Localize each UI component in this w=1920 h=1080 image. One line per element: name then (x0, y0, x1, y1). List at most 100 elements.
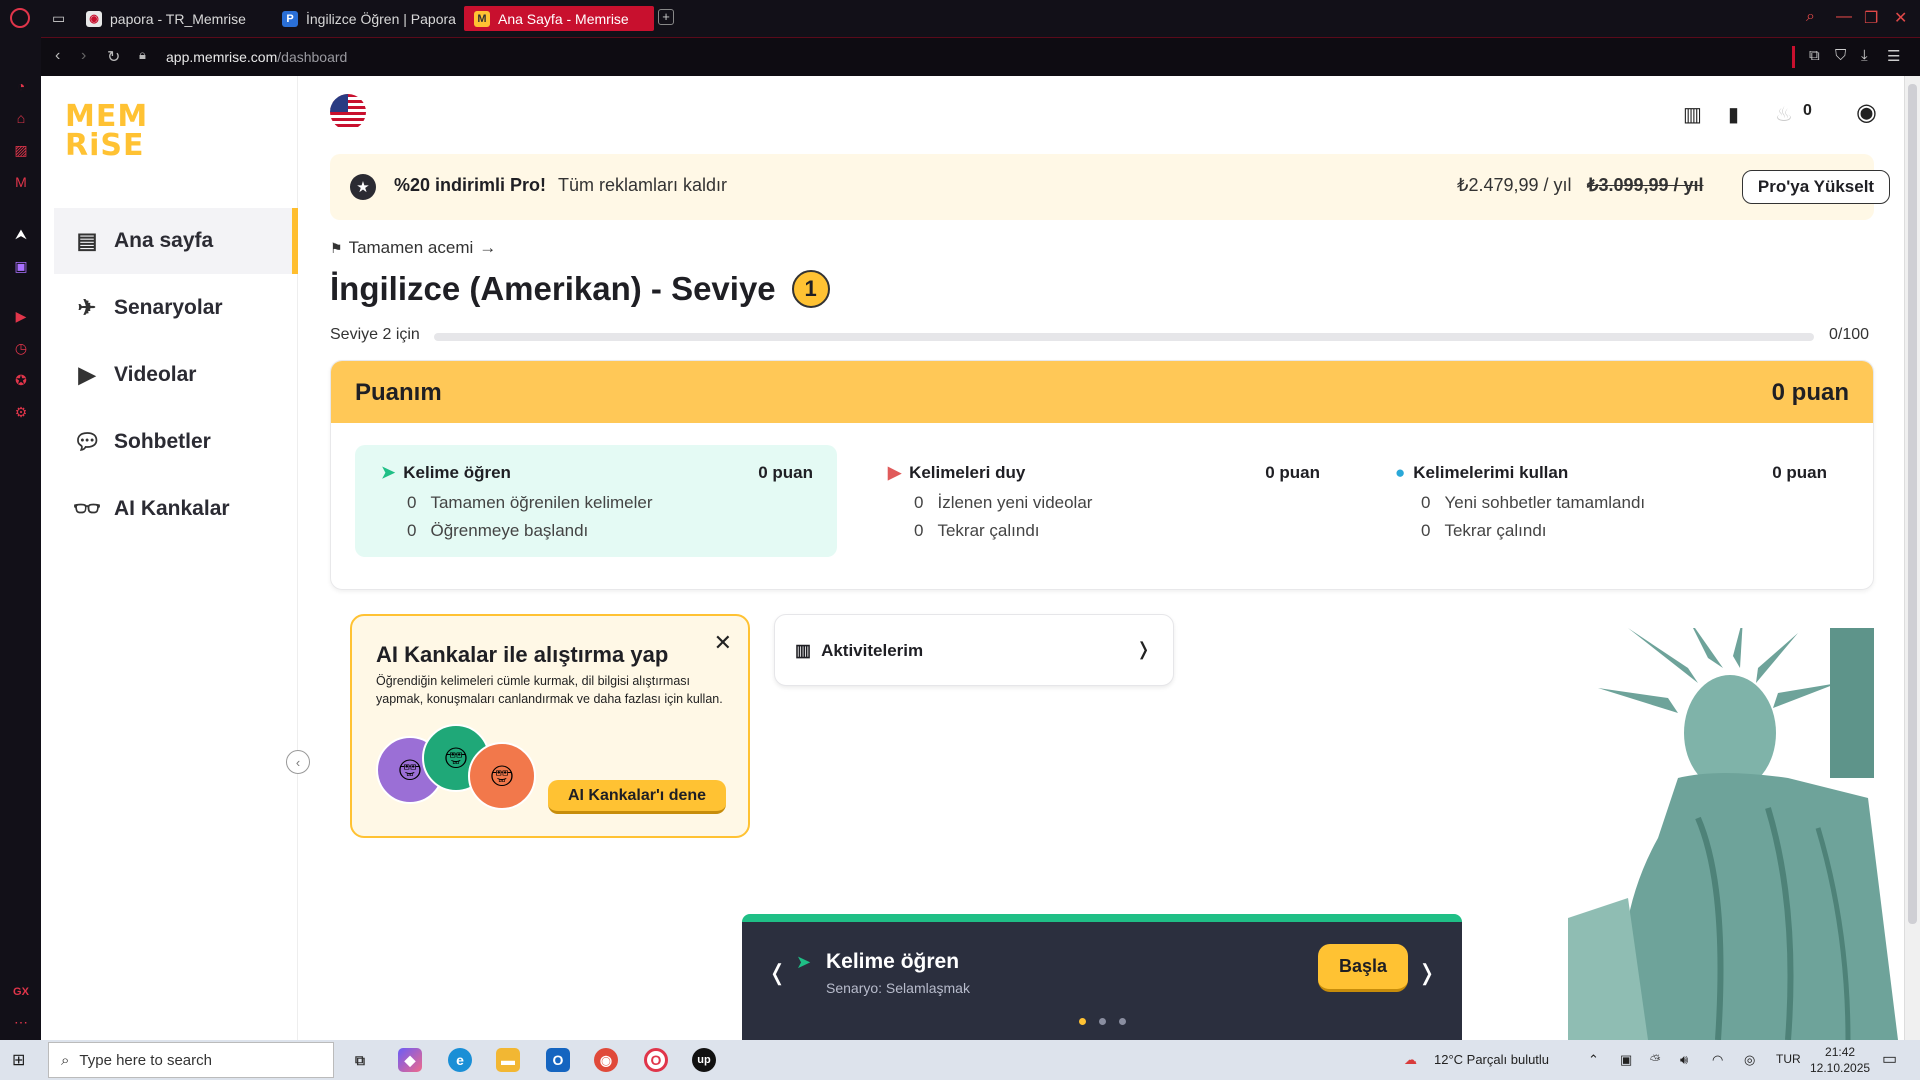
tab-memrise[interactable]: M Ana Sayfa - Memrise (464, 6, 654, 31)
list-item: 0 Tamamen öğrenilen kelimeler (407, 493, 653, 512)
page-title: İngilizce (Amerikan) - Seviye 1 (330, 270, 830, 308)
tray-chevron-icon[interactable]: ⌃ (1588, 1052, 1599, 1068)
wallet-icon[interactable]: ⛉ (1835, 47, 1846, 64)
nav-item-chats[interactable]: 💬︎ Sohbetler (54, 409, 298, 475)
system-clock[interactable]: 21:42 12.10.2025 (1810, 1044, 1870, 1076)
promo-title: %20 indirimli Pro! (394, 175, 547, 195)
aria-icon[interactable]: ⌂ (12, 109, 30, 127)
video-play-icon: ▶ (888, 463, 902, 482)
opera-gx-icon[interactable]: O (644, 1048, 668, 1072)
settings-icon[interactable]: ⚙ (12, 403, 30, 421)
windows-start-icon[interactable]: ⊞ (12, 1050, 32, 1070)
search-tabs-icon[interactable]: ⌕ (1806, 8, 1815, 26)
ai-card-title: AI Kankalar ile alıştırma yap (376, 642, 669, 667)
try-ai-buddies-button[interactable]: AI Kankalar'ı dene (548, 780, 726, 814)
carousel-subtitle: Senaryo: Selamlaşmak (826, 980, 970, 996)
nav-item-videos[interactable]: ▶ Videolar (54, 342, 298, 408)
home-icon: ▤ (76, 228, 98, 253)
file-explorer-icon[interactable]: ▬ (496, 1048, 520, 1072)
points-value: 0 puan (758, 463, 813, 482)
leaderboard-icon[interactable]: ▥ (1683, 102, 1702, 127)
carousel-dot[interactable] (1119, 1018, 1126, 1025)
copilot-icon[interactable]: ◆ (398, 1048, 422, 1072)
scrollbar-thumb[interactable] (1908, 84, 1917, 924)
reload-icon[interactable]: ↻ (107, 47, 120, 67)
volume-icon[interactable]: 🔊︎ (1680, 1052, 1688, 1068)
network-icon[interactable]: ⛅︎ (1650, 1052, 1660, 1068)
streak-flame-icon[interactable]: ♨ (1775, 102, 1793, 127)
messenger-icon[interactable]: M (12, 173, 30, 191)
git-icon: ◉ (86, 10, 102, 27)
forward-icon[interactable]: › (81, 47, 86, 65)
tab-papora-repo[interactable]: ◉ papora - TR_Memrise (76, 6, 256, 31)
gx-icon[interactable]: GX (12, 983, 30, 1001)
weather-text[interactable]: 12°C Parçalı bulutlu (1434, 1052, 1549, 1067)
upwork-icon[interactable]: up (692, 1048, 716, 1072)
extensions-icon[interactable]: ✪ (12, 371, 30, 389)
carousel-next-icon[interactable]: ❭ (1418, 960, 1436, 986)
pinboard-indicator (1792, 46, 1795, 68)
streak-count: 0 (1803, 102, 1812, 119)
carousel-dot[interactable] (1099, 1018, 1106, 1025)
dictionary-icon[interactable]: ▮ (1728, 102, 1739, 127)
chrome-icon[interactable]: ◉ (594, 1048, 618, 1072)
page-scrollbar[interactable] (1904, 76, 1920, 1040)
ai-buddy-avatar-icon: 🤓︎ (468, 742, 536, 810)
language-icon[interactable]: ◎ (1744, 1052, 1755, 1068)
task-view-icon[interactable]: ⧉ (348, 1048, 372, 1072)
carousel-dot[interactable] (1079, 1018, 1086, 1025)
speed-dial-icon[interactable]: ◔ (12, 77, 30, 95)
start-button[interactable]: Başla (1318, 944, 1408, 992)
papora-favicon-icon: P (282, 10, 298, 27)
edge-icon[interactable]: e (448, 1048, 472, 1072)
points-use-words: ● Kelimelerimi kullan 0 puan 0 Yeni sohbet… (1395, 463, 1827, 540)
outlook-icon[interactable]: O (546, 1048, 570, 1072)
upgrade-pro-button[interactable]: Pro'ya Yükselt (1742, 170, 1890, 204)
profile-avatar-icon[interactable]: ◉ (1856, 98, 1877, 127)
easy-setup-icon[interactable]: ☰ (1887, 47, 1900, 65)
breadcrumb[interactable]: ⚑ Tamamen acemi → (330, 238, 496, 258)
plane-icon: ➤ (796, 952, 812, 972)
input-language[interactable]: TUR (1776, 1052, 1801, 1066)
tab-papora[interactable]: P İngilizce Öğren | Papora (272, 6, 466, 31)
opera-logo-icon[interactable] (10, 8, 30, 28)
points-header: Puanım 0 puan (331, 361, 1873, 423)
wifi-icon[interactable]: ◠ (1712, 1052, 1723, 1068)
us-flag-icon[interactable] (330, 94, 366, 130)
player-icon[interactable]: ▶ (12, 307, 30, 325)
url-field[interactable]: app.memrise.com/dashboard (166, 49, 347, 65)
new-tab-button[interactable]: + (658, 9, 674, 25)
promo-subtitle: Tüm reklamları kaldır (558, 175, 728, 195)
my-activities-card[interactable]: ▥ Aktivitelerim ❭ (774, 614, 1174, 686)
minimize-icon[interactable]: — (1836, 8, 1852, 26)
address-bar: ‹ › ↻ 🔒︎ app.memrise.com/dashboard ⧉ ⛉ ⤓… (41, 37, 1920, 76)
main-content: ▥ ▮ ♨ 0 ◉ ★ %20 indirimli Pro! Tüm rekla… (298, 76, 1904, 1040)
tab-manager-icon[interactable]: ▭ (52, 10, 65, 27)
list-item: 0 Yeni sohbetler tamamlandı (1421, 493, 1646, 512)
more-icon[interactable]: ⋯ (12, 1013, 30, 1031)
weather-icon: ☁ (1404, 1052, 1417, 1067)
meet-icon[interactable]: ▣ (1620, 1052, 1632, 1068)
back-icon[interactable]: ‹ (55, 47, 60, 65)
list-item: 0 Tekrar çalındı (914, 521, 1040, 540)
notifications-icon[interactable]: ▭ (1882, 1049, 1897, 1069)
close-icon[interactable]: ✕ (1894, 8, 1907, 28)
memrise-logo[interactable]: MEM RiSE (65, 102, 147, 161)
promo-old-price: ₺3.099,99 / yıl (1587, 175, 1704, 195)
progress-label: Seviye 2 için (330, 326, 420, 343)
cursor-icon[interactable]: ⮝ (12, 225, 30, 243)
workspaces-icon[interactable]: ▨ (12, 141, 30, 159)
nav-item-scenarios[interactable]: ✈ Senaryolar (54, 275, 298, 341)
maximize-icon[interactable]: ❐ (1864, 8, 1878, 28)
close-icon[interactable]: ✕ (714, 630, 732, 656)
carousel-title: Kelime öğren (826, 950, 960, 973)
twitch-icon[interactable]: ▣ (12, 257, 30, 275)
nav-item-home[interactable]: ▤ Ana sayfa (54, 208, 298, 274)
extensions-puzzle-icon[interactable]: ⧉ (1809, 47, 1820, 64)
download-icon[interactable]: ⤓ (1861, 47, 1868, 64)
points-value: 0 puan (1772, 463, 1827, 482)
taskbar-search-input[interactable]: ⌕ Type here to search (48, 1042, 334, 1078)
history-icon[interactable]: ◷ (12, 339, 30, 357)
carousel-prev-icon[interactable]: ❬ (768, 960, 786, 986)
nav-item-ai-buddies[interactable]: 👓︎ AI Kankalar (54, 476, 298, 542)
